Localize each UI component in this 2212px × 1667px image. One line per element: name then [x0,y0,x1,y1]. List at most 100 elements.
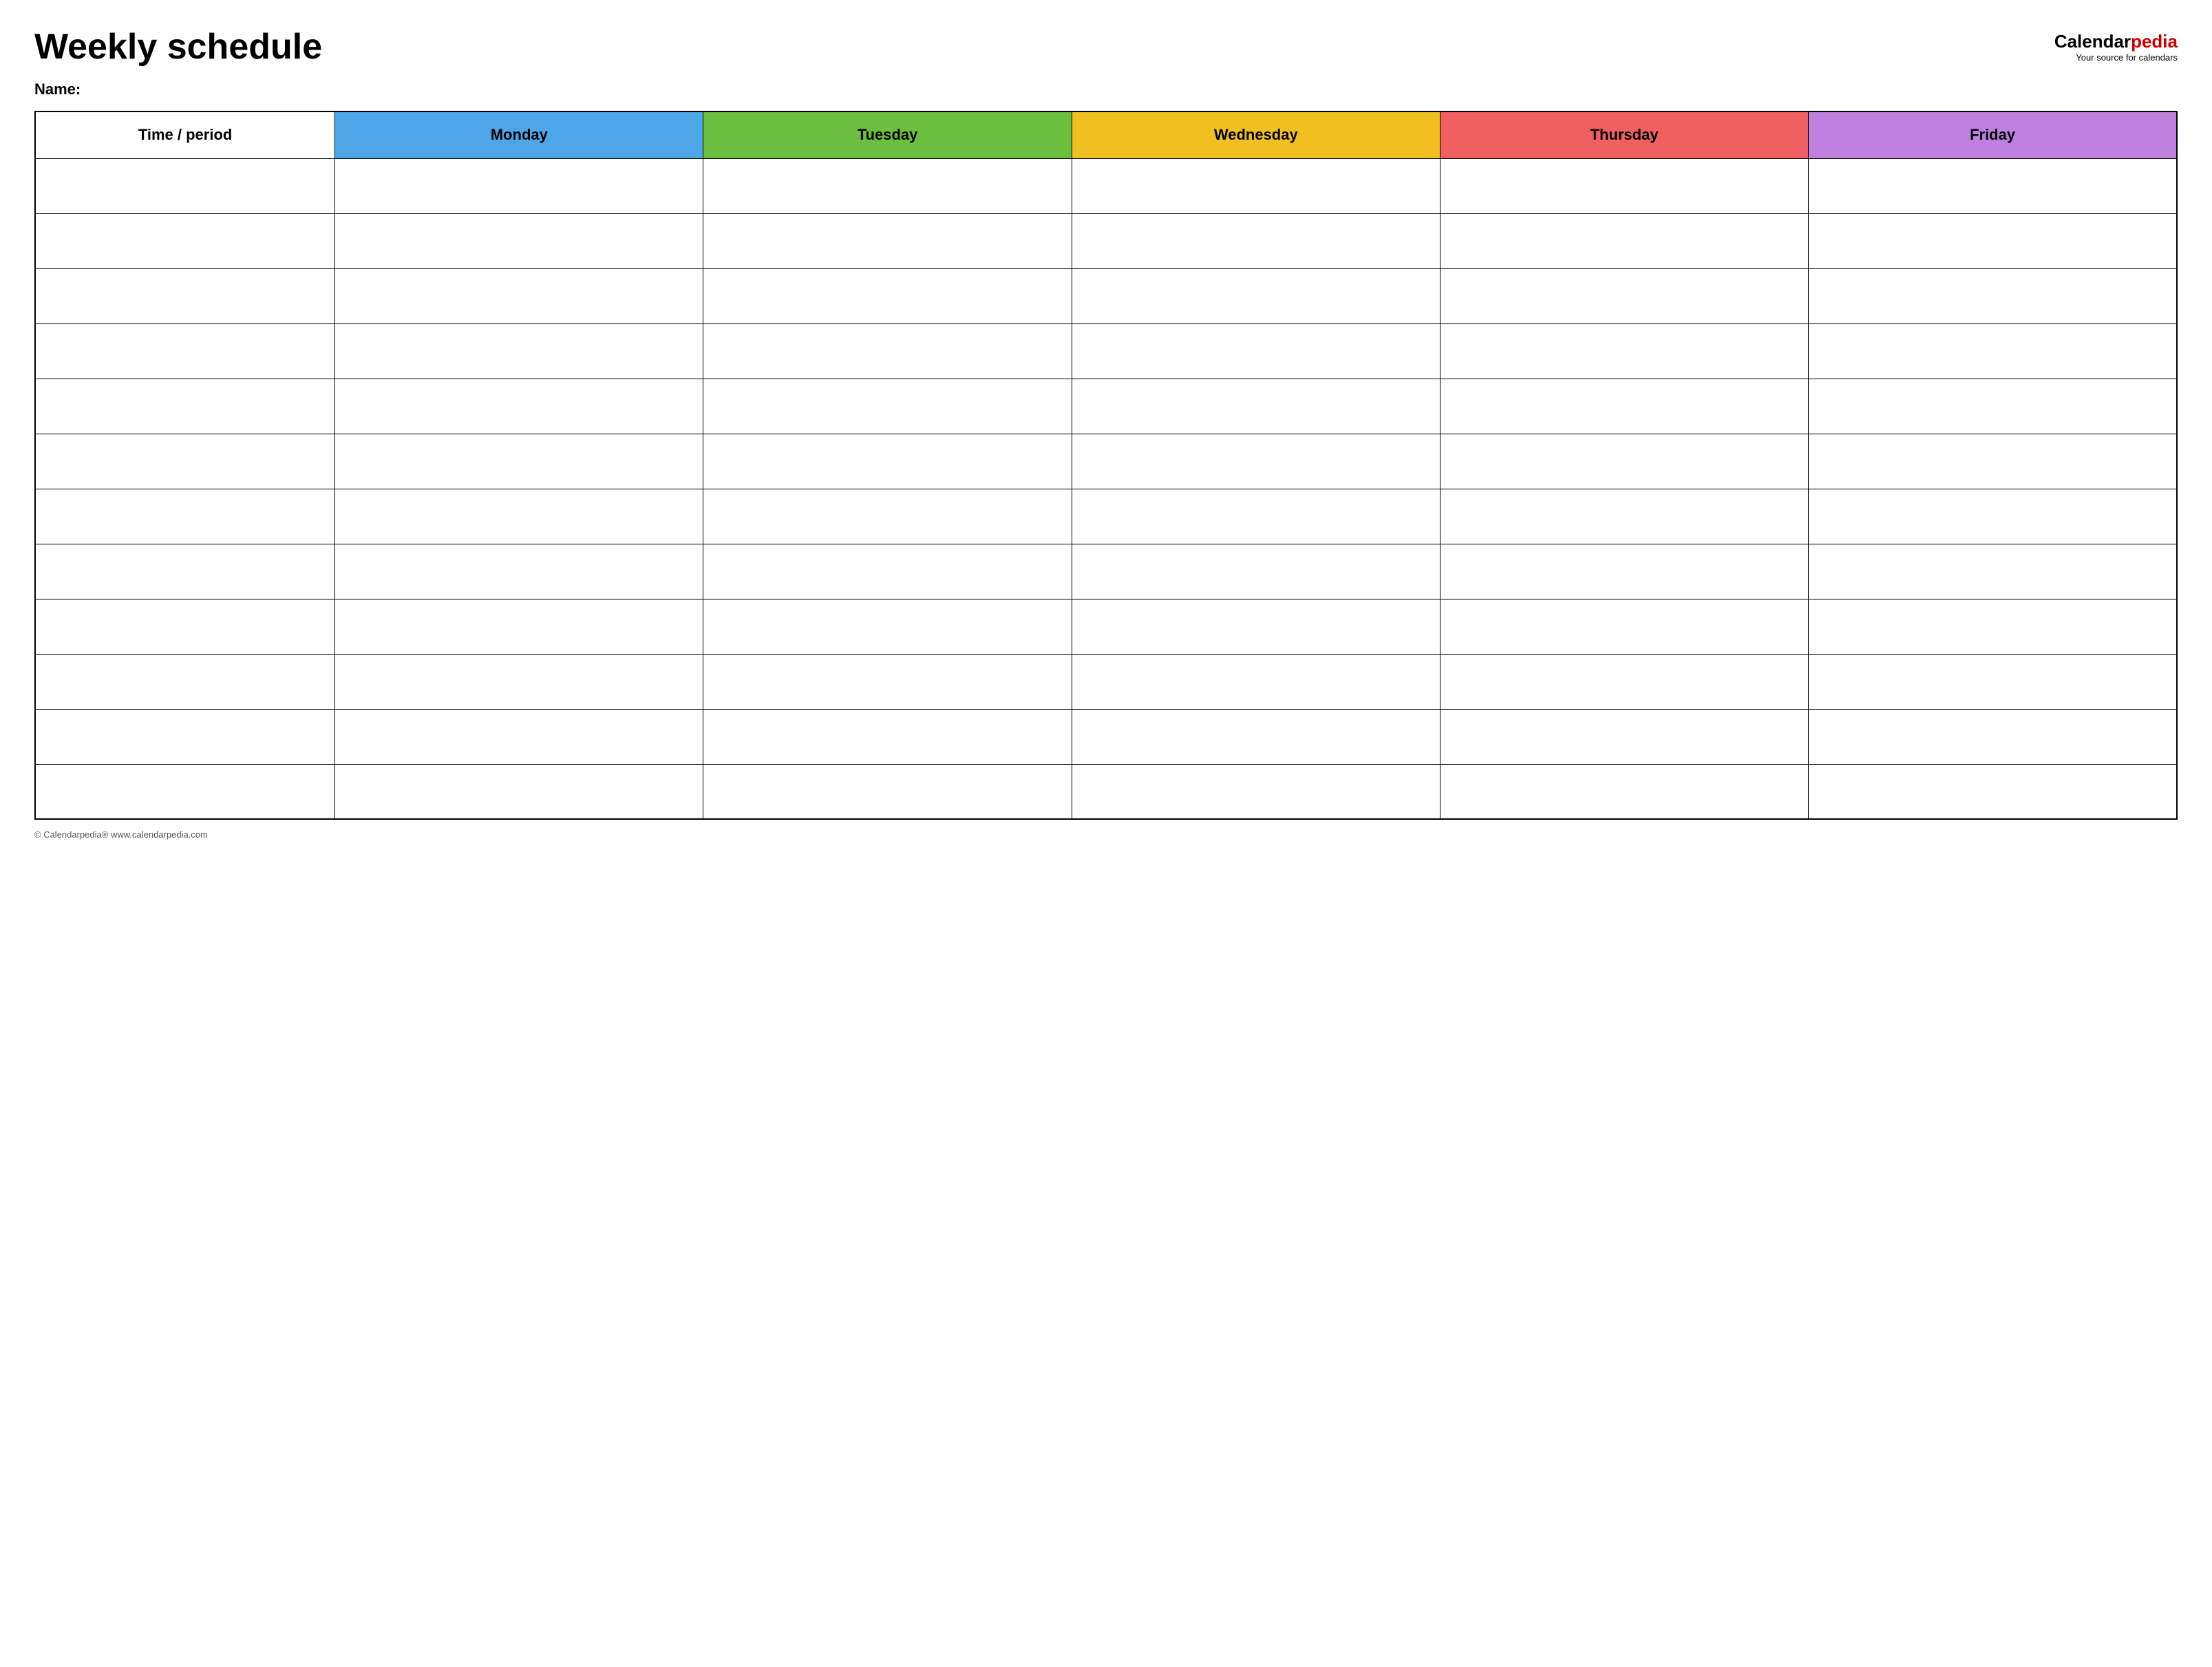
table-cell[interactable] [1809,544,2177,599]
table-cell[interactable] [703,599,1072,654]
table-cell[interactable] [703,434,1072,489]
logo: Calendarpedia Your source for calendars [2054,31,2178,63]
table-row [35,434,2177,489]
table-cell[interactable] [35,434,335,489]
table-row [35,764,2177,819]
table-row [35,544,2177,599]
table-row [35,489,2177,544]
table-row [35,268,2177,323]
table-cell[interactable] [1809,434,2177,489]
table-cell[interactable] [1072,599,1440,654]
table-cell[interactable] [335,544,703,599]
table-cell[interactable] [1809,654,2177,709]
table-cell[interactable] [1809,379,2177,434]
table-cell[interactable] [703,158,1072,213]
table-row [35,323,2177,379]
table-cell[interactable] [703,654,1072,709]
table-cell[interactable] [1809,158,2177,213]
table-cell[interactable] [1809,709,2177,764]
table-cell[interactable] [1440,544,1808,599]
table-cell[interactable] [703,268,1072,323]
table-cell[interactable] [1440,268,1808,323]
table-cell[interactable] [1440,599,1808,654]
table-cell[interactable] [335,654,703,709]
table-cell[interactable] [335,434,703,489]
col-header-time: Time / period [35,112,335,158]
table-cell[interactable] [1072,268,1440,323]
table-row [35,654,2177,709]
table-cell[interactable] [703,489,1072,544]
schedule-table: Time / period Monday Tuesday Wednesday T… [34,111,2178,820]
table-cell[interactable] [335,764,703,819]
table-cell[interactable] [1072,544,1440,599]
table-cell[interactable] [35,709,335,764]
table-cell[interactable] [1809,489,2177,544]
table-cell[interactable] [1072,323,1440,379]
table-cell[interactable] [1072,654,1440,709]
table-cell[interactable] [35,489,335,544]
table-cell[interactable] [703,764,1072,819]
table-cell[interactable] [1809,323,2177,379]
table-cell[interactable] [1072,379,1440,434]
table-cell[interactable] [1809,599,2177,654]
table-cell[interactable] [335,268,703,323]
table-cell[interactable] [335,213,703,268]
table-cell[interactable] [1072,489,1440,544]
table-cell[interactable] [1440,654,1808,709]
table-header-row: Time / period Monday Tuesday Wednesday T… [35,112,2177,158]
name-label: Name: [34,81,2178,98]
table-cell[interactable] [1440,709,1808,764]
logo-pedia-part: pedia [2131,31,2178,52]
table-cell[interactable] [703,379,1072,434]
footer: © Calendarpedia® www.calendarpedia.com [34,829,2178,840]
logo-calendar-part: Calendar [2054,31,2131,52]
table-cell[interactable] [335,379,703,434]
table-cell[interactable] [1072,158,1440,213]
table-cell[interactable] [1072,764,1440,819]
table-cell[interactable] [1440,434,1808,489]
table-cell[interactable] [1809,764,2177,819]
col-header-tuesday: Tuesday [703,112,1072,158]
table-cell[interactable] [1072,213,1440,268]
table-cell[interactable] [1440,379,1808,434]
table-cell[interactable] [1440,764,1808,819]
table-cell[interactable] [703,213,1072,268]
table-cell[interactable] [35,764,335,819]
table-cell[interactable] [35,158,335,213]
schedule-body [35,158,2177,819]
table-cell[interactable] [335,709,703,764]
table-cell[interactable] [703,323,1072,379]
table-cell[interactable] [335,323,703,379]
table-cell[interactable] [335,599,703,654]
table-cell[interactable] [1440,489,1808,544]
table-cell[interactable] [35,599,335,654]
col-header-monday: Monday [335,112,703,158]
table-cell[interactable] [35,654,335,709]
table-row [35,158,2177,213]
footer-text: © Calendarpedia® www.calendarpedia.com [34,829,208,840]
table-cell[interactable] [35,544,335,599]
logo-tagline: Your source for calendars [2054,52,2178,63]
table-cell[interactable] [1072,709,1440,764]
table-cell[interactable] [703,544,1072,599]
table-cell[interactable] [35,213,335,268]
col-header-friday: Friday [1809,112,2177,158]
table-cell[interactable] [35,323,335,379]
col-header-thursday: Thursday [1440,112,1808,158]
table-cell[interactable] [1809,268,2177,323]
table-cell[interactable] [335,489,703,544]
table-cell[interactable] [335,158,703,213]
table-cell[interactable] [703,709,1072,764]
table-cell[interactable] [1440,213,1808,268]
table-row [35,213,2177,268]
logo-text: Calendarpedia [2054,31,2178,52]
table-cell[interactable] [1072,434,1440,489]
table-cell[interactable] [35,379,335,434]
col-header-wednesday: Wednesday [1072,112,1440,158]
table-cell[interactable] [1809,213,2177,268]
page-title: Weekly schedule [34,28,322,67]
table-cell[interactable] [1440,158,1808,213]
table-cell[interactable] [35,268,335,323]
table-cell[interactable] [1440,323,1808,379]
page-header: Weekly schedule Calendarpedia Your sourc… [34,28,2178,67]
